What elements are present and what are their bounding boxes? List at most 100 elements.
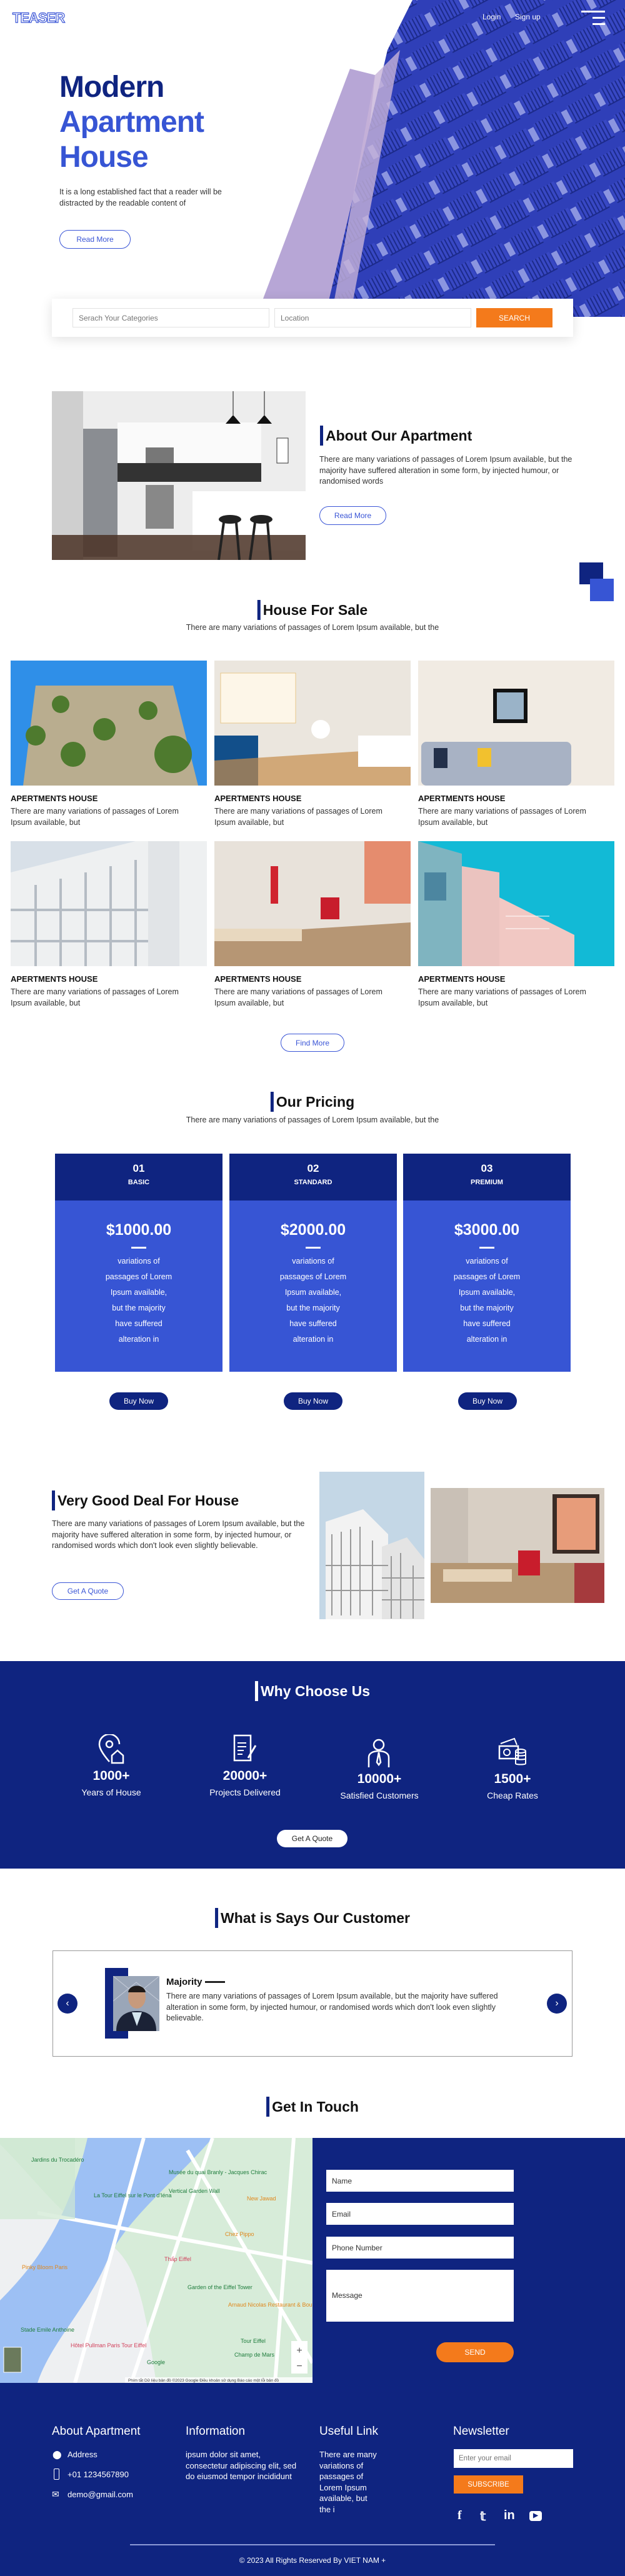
house-card[interactable]: APERTMENTS HOUSE There are many variatio…: [418, 841, 614, 1009]
plan-feature: variations of: [466, 1257, 508, 1266]
map-label: Jardins du Trocadéro: [31, 2157, 84, 2163]
plan-feature: but the majority: [112, 1304, 166, 1312]
about-read-more-button[interactable]: Read More: [319, 506, 386, 525]
document-pen-icon: [233, 1734, 257, 1762]
house-card[interactable]: APERTMENTS HOUSE There are many variatio…: [418, 661, 614, 828]
buy-now-button[interactable]: Buy Now: [109, 1392, 168, 1410]
facebook-icon[interactable]: f: [458, 2509, 462, 2523]
map-label: New Jawad: [247, 2195, 276, 2202]
pricing-card: 01 BASIC $1000.00 variations of passages …: [55, 1154, 222, 1372]
signup-link[interactable]: Sign up: [515, 12, 541, 21]
linkedin-icon[interactable]: in: [504, 2509, 515, 2523]
logo[interactable]: TEASER: [12, 9, 65, 26]
map-label: Musée du quai Branly - Jacques Chirac: [169, 2169, 268, 2175]
message-input[interactable]: [326, 2270, 514, 2322]
copyright: © 2023 All Rights Reserved By VIET NAM +: [239, 2556, 386, 2565]
house-image: [418, 841, 614, 966]
footer-newsletter-title: Newsletter: [453, 2425, 509, 2438]
location-input[interactable]: [274, 308, 471, 327]
sale-subtitle: There are many variations of passages of…: [186, 623, 439, 632]
house-card-title: APERTMENTS HOUSE: [11, 974, 98, 984]
login-link[interactable]: Login: [482, 12, 501, 21]
house-card-text: There are many variations of passages of…: [214, 807, 382, 827]
plan-feature: but the majority: [460, 1304, 514, 1312]
plan-feature: Ipsum available,: [458, 1288, 516, 1297]
hero-text: It is a long established fact that a rea…: [59, 187, 222, 207]
plan-feature: have suffered: [289, 1319, 337, 1328]
plan-price: $1000.00: [106, 1221, 172, 1239]
svg-text:−: −: [296, 2361, 302, 2372]
house-card-title: APERTMENTS HOUSE: [418, 974, 506, 984]
plan-number: 03: [481, 1162, 493, 1174]
stat-value: 1000+: [92, 1769, 130, 1783]
house-card[interactable]: APERTMENTS HOUSE There are many variatio…: [11, 841, 207, 1009]
subscribe-button[interactable]: SUBSCRIBE: [454, 2475, 523, 2494]
search-bar: SEARCH: [52, 299, 573, 337]
house-card-title: APERTMENTS HOUSE: [214, 794, 302, 803]
stat-item: 20000+ Projects Delivered: [182, 1734, 308, 1797]
pricing-title: Our Pricing: [270, 1092, 354, 1112]
prev-arrow-button[interactable]: ‹: [58, 1994, 78, 2014]
stat-label: Satisfied Customers: [340, 1790, 419, 1800]
stat-item: 10000+ Satisfied Customers: [317, 1737, 442, 1800]
next-arrow-button[interactable]: ›: [547, 1994, 567, 2014]
deal-quote-button[interactable]: Get A Quote: [52, 1582, 124, 1600]
phone-input[interactable]: [326, 2237, 514, 2259]
house-image: [11, 661, 207, 786]
house-card[interactable]: APERTMENTS HOUSE There are many variatio…: [214, 841, 411, 1009]
house-image: [418, 661, 614, 786]
footer-useful-text: There are many variations of passages of…: [319, 2450, 377, 2514]
stat-label: Projects Delivered: [209, 1787, 281, 1797]
map-label: Google: [147, 2359, 165, 2365]
plan-feature: alteration in: [118, 1335, 159, 1344]
pricing-subtitle: There are many variations of passages of…: [186, 1116, 439, 1124]
house-card-title: APERTMENTS HOUSE: [11, 794, 98, 803]
plan-feature: Ipsum available,: [110, 1288, 168, 1297]
footer-info-text: ipsum dolor sit amet, consectetur adipis…: [186, 2450, 297, 2481]
price-divider: [479, 1247, 494, 1249]
plan-name: BASIC: [128, 1179, 150, 1186]
testimonial-title: What is Says Our Customer: [215, 1908, 410, 1928]
buy-now-button[interactable]: Buy Now: [458, 1392, 517, 1410]
why-title: Why Choose Us: [254, 1681, 370, 1701]
hamburger-icon[interactable]: [581, 11, 605, 26]
deal-title: Very Good Deal For House: [52, 1490, 239, 1510]
stat-label: Years of House: [81, 1787, 141, 1797]
hero-title: Modern Apartment House: [59, 70, 204, 175]
house-card[interactable]: APERTMENTS HOUSE There are many variatio…: [11, 661, 207, 828]
footer-useful-title: Useful Link: [319, 2425, 378, 2438]
twitter-icon[interactable]: 𝕥: [480, 2509, 486, 2524]
house-card-text: There are many variations of passages of…: [11, 807, 179, 827]
find-more-button[interactable]: Find More: [281, 1034, 344, 1052]
email-input[interactable]: [326, 2203, 514, 2225]
buy-now-button[interactable]: Buy Now: [284, 1392, 342, 1410]
send-button[interactable]: SEND: [436, 2342, 514, 2362]
plan-feature: alteration in: [292, 1335, 334, 1344]
footer-email[interactable]: demo@gmail.com: [68, 2489, 133, 2500]
about-title: About Our Apartment: [320, 426, 472, 446]
phone-icon: [54, 2469, 59, 2480]
newsletter-email-input[interactable]: [454, 2449, 573, 2468]
house-card-title: APERTMENTS HOUSE: [418, 794, 506, 803]
businessman-icon: [368, 1739, 390, 1767]
house-card[interactable]: APERTMENTS HOUSE There are many variatio…: [214, 661, 411, 828]
plan-name: PREMIUM: [471, 1179, 503, 1186]
pricing-card: 02 STANDARD $2000.00 variations of passag…: [229, 1154, 397, 1372]
customer-name-text: Majority: [166, 1977, 202, 1987]
youtube-icon[interactable]: ▶: [529, 2511, 542, 2521]
map-label: Chez Pippo: [225, 2231, 254, 2237]
map-label: Arnaud Nicolas Restaurant & Boutique: [228, 2302, 312, 2308]
why-quote-button[interactable]: Get A Quote: [277, 1830, 348, 1847]
hero-read-more-button[interactable]: Read More: [59, 230, 131, 249]
name-input[interactable]: [326, 2170, 514, 2192]
search-button[interactable]: SEARCH: [476, 308, 552, 327]
chevron-left-icon: ‹: [66, 1998, 69, 2009]
mail-icon: ✉: [52, 2489, 59, 2499]
house-card-text: There are many variations of passages of…: [418, 807, 586, 827]
category-search-input[interactable]: [72, 308, 269, 327]
plan-number: 01: [132, 1162, 145, 1174]
plan-feature: passages of Lorem: [105, 1272, 172, 1281]
map[interactable]: Jardins du Trocadéro La Tour Eiffel sur l…: [0, 2138, 312, 2383]
house-card-title: APERTMENTS HOUSE: [214, 974, 302, 984]
pricing-card: 03 PREMIUM $3000.00 variations of passage…: [403, 1154, 571, 1372]
